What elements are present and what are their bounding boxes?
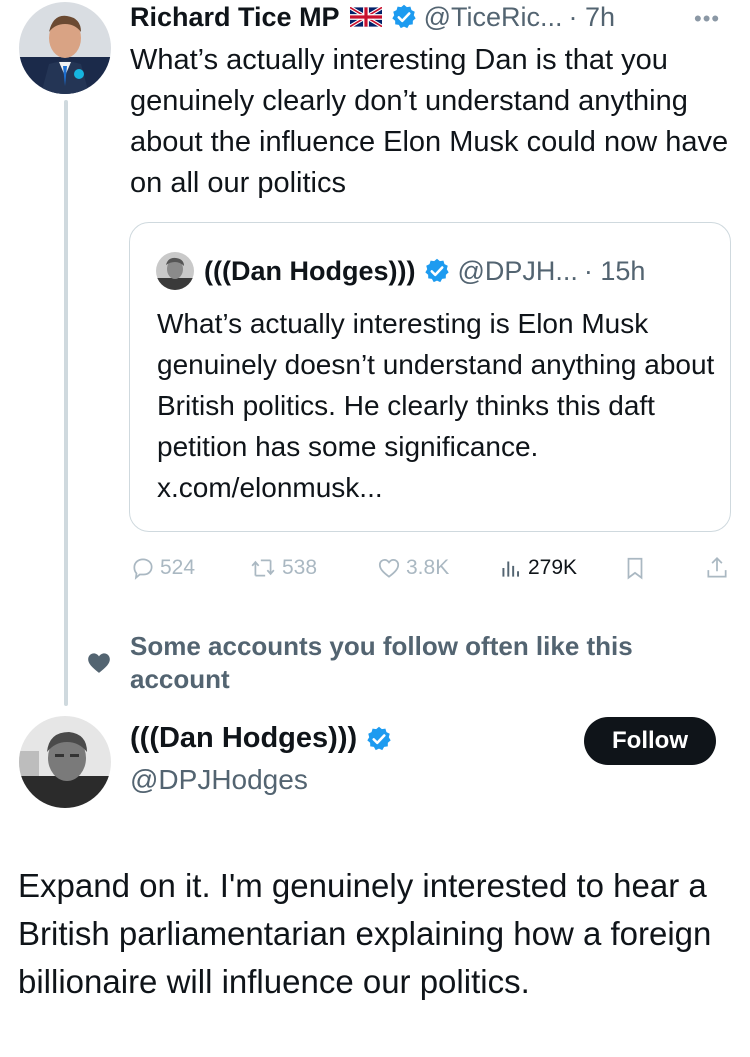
like-button[interactable]: 3.8K [376,555,449,581]
quoted-author-handle[interactable]: @DPJH... [457,256,577,287]
profile-handle[interactable]: @DPJHodges [130,764,308,796]
verified-badge-icon [367,726,391,750]
quoted-tweet-text: What’s actually interesting is Elon Musk… [157,308,715,503]
more-dots-icon[interactable]: ••• [694,6,720,32]
like-count: 3.8K [406,556,450,579]
quoted-tweet-header: (((Dan Hodges))) @DPJH... · 15h [156,252,646,290]
profile-name-row: (((Dan Hodges))) [130,722,393,755]
follow-button[interactable]: Follow [584,717,716,765]
quoted-author-name[interactable]: (((Dan Hodges))) [204,256,415,287]
author-name[interactable]: Richard Tice MP [130,2,340,33]
reply-button[interactable]: 524 [130,555,195,581]
verified-badge-icon [425,258,450,283]
uk-flag-icon [349,7,382,27]
tweet-action-bar: 524 538 3.8K 279K [130,555,730,585]
share-button[interactable] [704,555,734,581]
richard-tice-avatar[interactable] [19,2,111,94]
reply-count: 524 [160,556,196,579]
views-bar-chart-icon [502,561,520,577]
heart-icon [88,653,110,673]
thread-connector-line [64,100,68,706]
quoted-tweet-time[interactable]: · 15h [584,256,646,287]
repost-count: 538 [282,556,318,579]
views-button[interactable]: 279K [498,555,577,581]
heart-icon [378,559,400,578]
repost-button[interactable]: 538 [248,555,317,581]
social-context-text: Some accounts you follow often like this… [130,631,633,694]
author-handle[interactable]: @TiceRic... [424,2,563,33]
share-icon [707,557,727,578]
views-count: 279K [528,556,578,579]
verified-badge-icon [391,4,416,29]
tweet-header: Richard Tice MP @TiceRic... · 7h [130,0,615,34]
reply-text: Expand on it. I'm genuinely interested t… [18,867,712,1000]
bookmark-icon [627,557,643,580]
bookmark-button[interactable] [622,555,652,581]
quoted-tweet-card[interactable]: (((Dan Hodges))) @DPJH... · 15h What’s a… [129,222,731,532]
repost-icon [251,559,275,577]
tweet-time[interactable]: · 7h [569,2,616,33]
profile-name[interactable]: (((Dan Hodges))) [130,722,357,755]
dan-hodges-avatar[interactable] [19,716,111,808]
dan-hodges-small-avatar [156,252,194,290]
tweet-text: What’s actually interesting Dan is that … [130,44,729,199]
reply-icon [133,558,153,580]
